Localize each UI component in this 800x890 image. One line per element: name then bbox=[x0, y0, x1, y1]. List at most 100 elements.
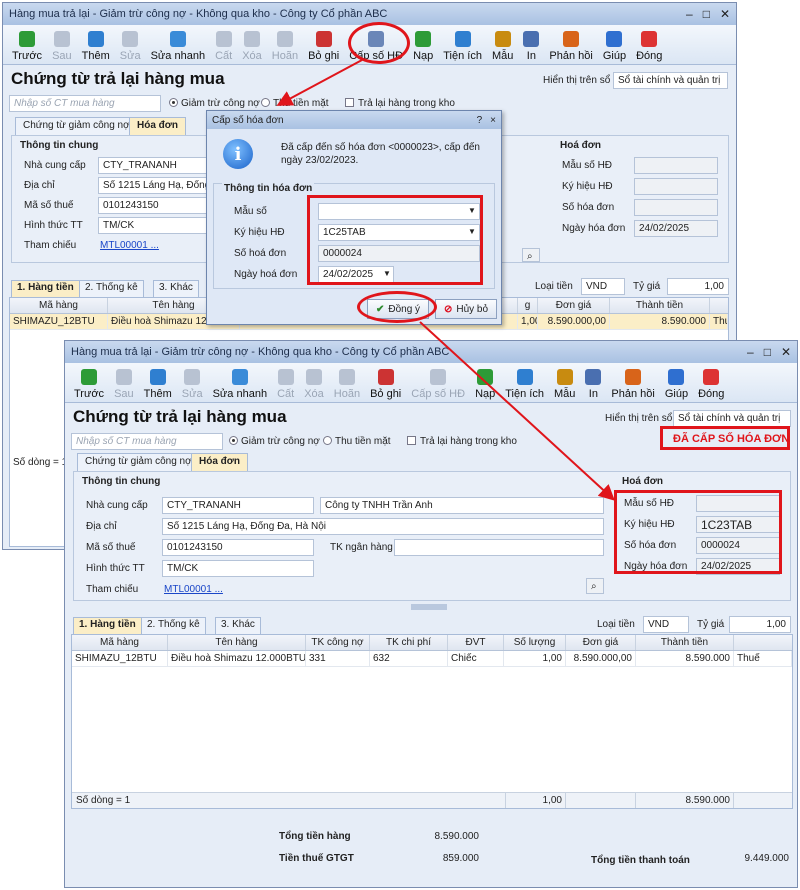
toolbar-button-2[interactable]: Thêm bbox=[139, 364, 177, 400]
payment-input[interactable]: TM/CK bbox=[98, 217, 210, 234]
toolbar-button-7[interactable]: Hoãn bbox=[267, 26, 303, 62]
cancel-button[interactable]: ⊘ Hủy bỏ bbox=[435, 299, 497, 319]
radio-cash[interactable]: Thu tiền mặt bbox=[323, 436, 391, 447]
tab-other[interactable]: 3. Khác bbox=[215, 617, 261, 635]
radio-cash[interactable]: Thu tiền mặt bbox=[261, 98, 329, 109]
toolbar-button-8[interactable]: Bỏ ghi bbox=[303, 26, 344, 62]
toolbar-button-3[interactable]: Sửa bbox=[115, 26, 146, 62]
splitter-handle[interactable] bbox=[411, 604, 447, 610]
close-icon[interactable]: × bbox=[490, 115, 496, 126]
currency-select[interactable]: VND bbox=[581, 278, 625, 295]
toolbar-button-8[interactable]: Bỏ ghi bbox=[365, 364, 406, 400]
status-badge: ĐÃ CẤP SỐ HÓA ĐƠN bbox=[673, 433, 790, 445]
rate-input[interactable]: 1,00 bbox=[667, 278, 729, 295]
table-row[interactable]: SHIMAZU_12BTU Điều hoà Shimazu 12.000BTU… bbox=[72, 651, 792, 667]
rate-input[interactable]: 1,00 bbox=[729, 616, 791, 633]
address-input[interactable]: Số 1215 Láng Hạ, Đống Đa bbox=[98, 177, 210, 194]
maximize-icon[interactable]: □ bbox=[764, 345, 771, 359]
tab-invoice[interactable]: Hóa đơn bbox=[129, 117, 186, 135]
toolbar-button-14[interactable]: Phản hồi bbox=[544, 26, 597, 62]
load-icon bbox=[415, 31, 432, 47]
toolbar-button-15[interactable]: Giúp bbox=[598, 26, 631, 62]
tax-input[interactable]: 0101243150 bbox=[98, 197, 210, 214]
toolbar-button-6[interactable]: Xóa bbox=[237, 26, 267, 62]
toolbar-button-15[interactable]: Giúp bbox=[660, 364, 693, 400]
display-select[interactable]: Sổ tài chính và quản trị bbox=[613, 72, 728, 89]
ref-link[interactable]: MTL00001 ... bbox=[100, 240, 159, 251]
toolbar-button-11[interactable]: Tiện ích bbox=[500, 364, 549, 400]
toolbar-button-11[interactable]: Tiện ích bbox=[438, 26, 487, 62]
supplier-input[interactable]: CTY_TRANANH bbox=[162, 497, 314, 514]
front-titlebar: Hàng mua trả lại - Giảm trừ công nợ - Kh… bbox=[65, 341, 797, 363]
tab-other[interactable]: 3. Khác bbox=[153, 280, 199, 298]
toolbar-button-1[interactable]: Sau bbox=[47, 26, 77, 62]
bank-input[interactable] bbox=[394, 539, 604, 556]
toolbar-button-14[interactable]: Phản hồi bbox=[606, 364, 659, 400]
payment-input[interactable]: TM/CK bbox=[162, 560, 314, 577]
minimize-icon[interactable]: – bbox=[747, 345, 754, 359]
return-stock-checkbox[interactable]: Trả lại hàng trong kho bbox=[345, 98, 455, 109]
toolbar-label: Phản hồi bbox=[611, 388, 655, 400]
close-icon[interactable]: ✕ bbox=[720, 7, 730, 21]
chevron-down-icon[interactable]: ▼ bbox=[468, 206, 476, 215]
tab-debt-voucher[interactable]: Chứng từ giảm công nợ bbox=[15, 117, 138, 135]
toolbar-button-13[interactable]: In bbox=[518, 26, 544, 62]
close-icon[interactable]: ✕ bbox=[781, 345, 791, 359]
radio-debt[interactable]: Giảm trừ công nợ bbox=[229, 436, 320, 447]
toolbar-button-12[interactable]: Mẫu bbox=[549, 364, 580, 400]
display-select[interactable]: Sổ tài chính và quản trị bbox=[673, 410, 791, 427]
tab-goods[interactable]: 1. Hàng tiền bbox=[11, 280, 80, 298]
supplier-name-input[interactable]: Công ty TNHH Trần Anh bbox=[320, 497, 604, 514]
toolbar-button-16[interactable]: Đóng bbox=[693, 364, 729, 400]
toolbar-button-0[interactable]: Trước bbox=[69, 364, 109, 400]
supplier-input[interactable]: CTY_TRANANH bbox=[98, 157, 210, 174]
ok-button[interactable]: ✔ Đồng ý bbox=[367, 299, 429, 319]
info-icon: i bbox=[223, 139, 253, 169]
page-title: Chứng từ trả lại hàng mua bbox=[73, 407, 287, 426]
toolbar-label: Bỏ ghi bbox=[308, 50, 340, 62]
tab-goods[interactable]: 1. Hàng tiền bbox=[73, 617, 142, 635]
toolbar-button-1[interactable]: Sau bbox=[109, 364, 139, 400]
tab-stats[interactable]: 2. Thống kê bbox=[141, 617, 206, 635]
dialog-group: Thông tin hóa đơn Mẫu số Ký hiệu HĐ 1C25… bbox=[213, 183, 495, 289]
currency-select[interactable]: VND bbox=[643, 616, 689, 633]
radio-debt[interactable]: Giảm trừ công nợ bbox=[169, 98, 260, 109]
maximize-icon[interactable]: □ bbox=[703, 7, 710, 21]
toolbar-button-7[interactable]: Hoãn bbox=[329, 364, 365, 400]
tab-invoice[interactable]: Hóa đơn bbox=[191, 453, 248, 471]
toolbar-button-10[interactable]: Nạp bbox=[470, 364, 500, 400]
address-input[interactable]: Số 1215 Láng Hạ, Đống Đa, Hà Nội bbox=[162, 518, 604, 535]
toolbar-button-5[interactable]: Cất bbox=[272, 364, 299, 400]
minimize-icon[interactable]: – bbox=[686, 7, 693, 21]
search-icon[interactable]: ⌕ bbox=[586, 578, 604, 594]
search-input[interactable]: Nhập số CT mua hàng bbox=[9, 95, 161, 112]
search-icon[interactable]: ⌕ bbox=[522, 248, 540, 262]
toolbar-button-16[interactable]: Đóng bbox=[631, 26, 667, 62]
toolbar-button-9[interactable]: Cấp số HĐ bbox=[406, 364, 470, 400]
toolbar-button-6[interactable]: Xóa bbox=[299, 364, 329, 400]
toolbar-button-4[interactable]: Sửa nhanh bbox=[146, 26, 210, 62]
cell-price: 8.590.000,00 bbox=[566, 651, 636, 666]
tab-debt-voucher[interactable]: Chứng từ giảm công nợ bbox=[77, 453, 200, 471]
sym-select[interactable]: 1C25TAB bbox=[318, 224, 480, 241]
chevron-down-icon[interactable]: ▼ bbox=[383, 269, 391, 278]
return-stock-checkbox[interactable]: Trả lại hàng trong kho bbox=[407, 436, 517, 447]
search-input[interactable]: Nhập số CT mua hàng bbox=[71, 433, 223, 450]
toolbar-button-9[interactable]: Cấp số HĐ bbox=[344, 26, 408, 62]
toolbar-button-4[interactable]: Sửa nhanh bbox=[208, 364, 272, 400]
save-icon bbox=[277, 369, 294, 385]
chevron-down-icon[interactable]: ▼ bbox=[468, 227, 476, 236]
form-select[interactable] bbox=[318, 203, 480, 220]
toolbar-button-5[interactable]: Cất bbox=[210, 26, 237, 62]
toolbar-button-12[interactable]: Mẫu bbox=[487, 26, 518, 62]
toolbar-label: Phản hồi bbox=[549, 50, 593, 62]
toolbar-button-3[interactable]: Sửa bbox=[177, 364, 208, 400]
tab-stats[interactable]: 2. Thống kê bbox=[79, 280, 144, 298]
ref-link[interactable]: MTL00001 ... bbox=[164, 584, 223, 595]
toolbar-button-13[interactable]: In bbox=[580, 364, 606, 400]
toolbar-button-2[interactable]: Thêm bbox=[77, 26, 115, 62]
help-icon[interactable]: ? bbox=[477, 115, 483, 126]
toolbar-button-0[interactable]: Trước bbox=[7, 26, 47, 62]
tax-input[interactable]: 0101243150 bbox=[162, 539, 314, 556]
toolbar-button-10[interactable]: Nạp bbox=[408, 26, 438, 62]
